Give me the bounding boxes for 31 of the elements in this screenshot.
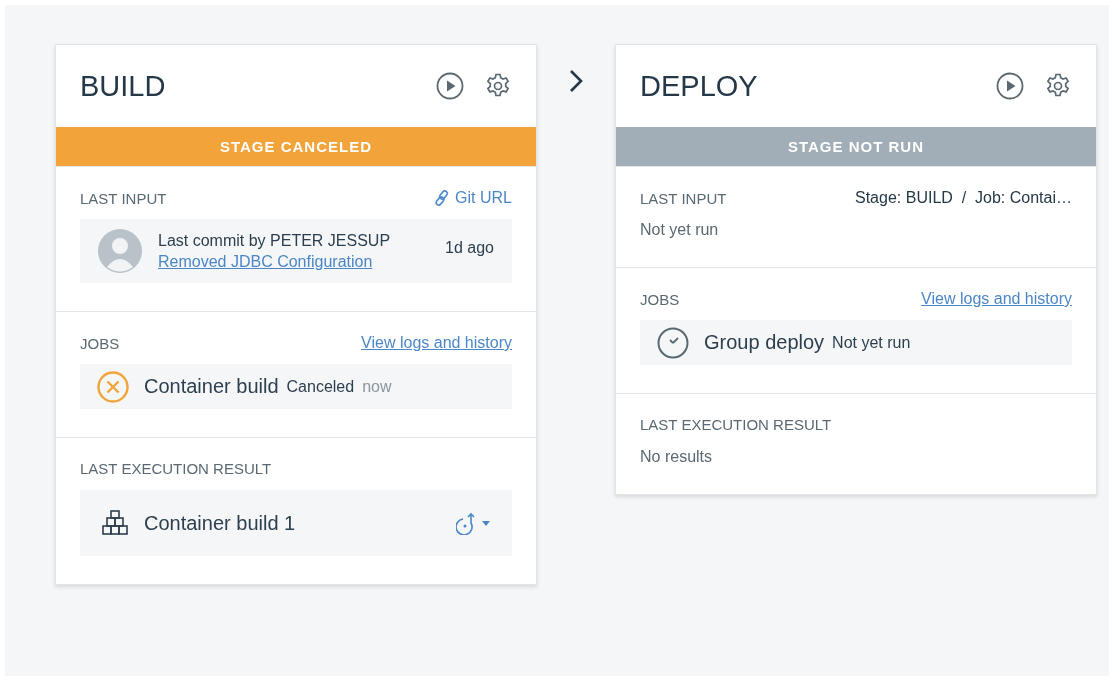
section-label: JOBS	[80, 334, 120, 352]
blocks-icon	[100, 508, 130, 538]
view-logs-link[interactable]: View logs and history	[921, 290, 1072, 308]
stage-title: BUILD	[80, 69, 167, 103]
chevron-right-icon	[569, 69, 583, 93]
commit-link[interactable]: Removed JDBC Configuration	[158, 252, 430, 271]
input-status: Not yet run	[640, 221, 720, 239]
play-icon[interactable]	[996, 72, 1024, 100]
commit-author: Last commit by PETER JESSUP	[158, 231, 392, 250]
input-source: Stage: BUILD / Job: Contai…	[855, 189, 1072, 207]
job-name[interactable]: Group deploy	[704, 331, 825, 354]
job-time: now	[362, 377, 392, 396]
stage-title: DEPLOY	[640, 69, 759, 103]
section-label: LAST INPUT	[640, 189, 727, 207]
job-name[interactable]: Container build	[144, 375, 279, 398]
play-icon[interactable]	[436, 72, 464, 100]
empty-result: No results	[640, 448, 714, 466]
avatar-icon	[98, 229, 142, 273]
section-label: LAST EXECUTION RESULT	[80, 460, 272, 477]
result-name: Container build 1	[144, 511, 297, 535]
caret-icon	[482, 520, 490, 526]
section-label: LAST INPUT	[80, 189, 167, 207]
section-label: LAST EXECUTION RESULT	[640, 416, 832, 433]
commit-time: 1d ago	[445, 239, 494, 257]
section-label: JOBS	[640, 290, 680, 308]
view-logs-link[interactable]: View logs and history	[361, 334, 512, 352]
status-banner: STAGE NOT RUN	[616, 127, 1096, 166]
status-banner: STAGE CANCELED	[56, 127, 536, 166]
job-status: Not yet run	[832, 333, 911, 352]
job-status: Canceled	[286, 377, 355, 396]
git-url-link[interactable]: Git URL	[434, 189, 512, 207]
